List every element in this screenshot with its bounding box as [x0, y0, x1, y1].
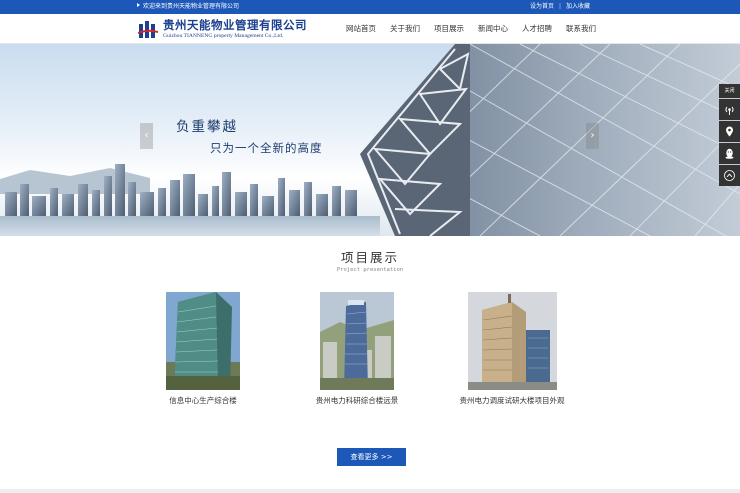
project-caption: 贵州电力调度试研大楼项目外观 [459, 396, 565, 405]
site-header: 贵州天能物业管理有限公司 Guizhou TIANNENG property M… [0, 14, 740, 44]
banner-next-button[interactable]: › [586, 123, 599, 149]
float-top-button[interactable] [719, 165, 740, 186]
float-qq-button[interactable] [719, 143, 740, 164]
project-caption: 贵州电力科研综合楼远景 [315, 396, 399, 405]
nav-item-news[interactable]: 新闻中心 [471, 14, 515, 44]
chevron-left-icon: ‹ [144, 130, 149, 141]
project-photo [467, 292, 557, 390]
project-card[interactable]: 贵州电力调度试研大楼项目外观 [452, 292, 572, 406]
banner-prev-button[interactable]: ‹ [140, 123, 153, 149]
nav-item-home[interactable]: 网站首页 [338, 14, 383, 44]
nav-item-contact[interactable]: 联系我们 [559, 14, 603, 44]
back-to-top-icon [724, 170, 735, 181]
add-favorite-link[interactable]: 加入收藏 [566, 3, 590, 10]
section-subtitle: Project presentation [336, 267, 404, 273]
view-more-button[interactable]: 查看更多 >> [337, 448, 406, 466]
banner-slogan-primary: 负重攀越 [176, 119, 238, 135]
broadcast-icon [725, 106, 734, 115]
nav-item-projects[interactable]: 项目展示 [427, 14, 471, 44]
banner-slogan-secondary: 只为一个全新的高度 [210, 141, 323, 155]
float-location-button[interactable] [719, 121, 740, 142]
project-caption: 信息中心生产综合楼 [169, 396, 237, 405]
top-bar: 欢迎来到贵州天能物业管理有限公司 设为首页 | 加入收藏 [0, 0, 740, 14]
main-nav: 网站首页 关于我们 项目展示 新闻中心 人才招聘 联系我们 [338, 14, 603, 44]
float-close-button[interactable]: 关闭 [719, 84, 740, 98]
company-logo[interactable]: 贵州天能物业管理有限公司 Guizhou TIANNENG property M… [138, 18, 318, 42]
project-photo [166, 292, 240, 390]
project-card[interactable]: 信息中心生产综合楼 [143, 292, 263, 406]
set-home-link[interactable]: 设为首页 [530, 3, 554, 10]
floating-toolbar: 关闭 [719, 84, 740, 187]
float-broadcast-button[interactable] [719, 99, 740, 120]
link-divider: | [558, 3, 561, 10]
top-links: 设为首页 | 加入收藏 [530, 2, 590, 12]
welcome-text: 欢迎来到贵州天能物业管理有限公司 [137, 2, 239, 12]
logo-name-en: Guizhou TIANNENG property Management Co.… [163, 33, 284, 39]
logo-name-cn: 贵州天能物业管理有限公司 [163, 18, 307, 32]
section-title: 项目展示 [340, 250, 399, 265]
project-photo [320, 292, 394, 390]
hero-banner: 负重攀越 只为一个全新的高度 ‹ › [0, 44, 740, 236]
footer-divider [0, 489, 740, 493]
location-pin-icon [726, 126, 733, 137]
nav-item-about[interactable]: 关于我们 [383, 14, 427, 44]
qq-icon [725, 148, 734, 159]
welcome-label: 欢迎来到贵州天能物业管理有限公司 [143, 3, 240, 10]
banner-image [0, 44, 740, 236]
project-card[interactable]: 贵州电力科研综合楼远景 [297, 292, 417, 406]
arrow-bullet-icon [137, 3, 140, 7]
logo-mark-icon [138, 21, 158, 38]
nav-item-careers[interactable]: 人才招聘 [515, 14, 559, 44]
chevron-right-icon: › [590, 130, 595, 141]
